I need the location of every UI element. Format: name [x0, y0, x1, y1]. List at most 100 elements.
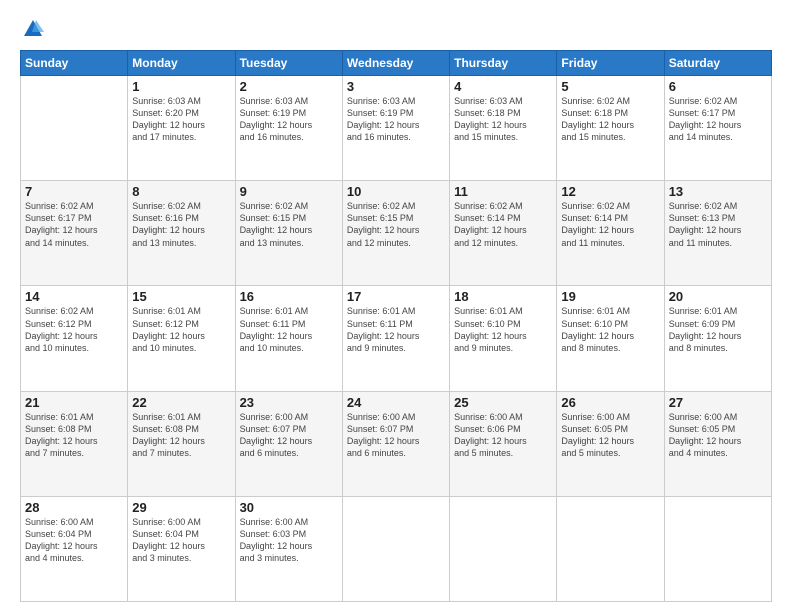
calendar-cell: 23Sunrise: 6:00 AM Sunset: 6:07 PM Dayli…: [235, 391, 342, 496]
calendar-header-row: SundayMondayTuesdayWednesdayThursdayFrid…: [21, 51, 772, 76]
calendar-header-sunday: Sunday: [21, 51, 128, 76]
day-number: 7: [25, 184, 123, 199]
day-number: 22: [132, 395, 230, 410]
calendar-cell: 2Sunrise: 6:03 AM Sunset: 6:19 PM Daylig…: [235, 76, 342, 181]
calendar-cell: 11Sunrise: 6:02 AM Sunset: 6:14 PM Dayli…: [450, 181, 557, 286]
calendar-cell: 7Sunrise: 6:02 AM Sunset: 6:17 PM Daylig…: [21, 181, 128, 286]
calendar-cell: 4Sunrise: 6:03 AM Sunset: 6:18 PM Daylig…: [450, 76, 557, 181]
day-number: 18: [454, 289, 552, 304]
day-number: 14: [25, 289, 123, 304]
calendar-cell: 19Sunrise: 6:01 AM Sunset: 6:10 PM Dayli…: [557, 286, 664, 391]
calendar-week-row: 21Sunrise: 6:01 AM Sunset: 6:08 PM Dayli…: [21, 391, 772, 496]
calendar-header-monday: Monday: [128, 51, 235, 76]
day-info: Sunrise: 6:01 AM Sunset: 6:11 PM Dayligh…: [347, 305, 445, 354]
calendar-cell: [21, 76, 128, 181]
header: [20, 18, 772, 40]
day-number: 21: [25, 395, 123, 410]
calendar-week-row: 1Sunrise: 6:03 AM Sunset: 6:20 PM Daylig…: [21, 76, 772, 181]
day-number: 16: [240, 289, 338, 304]
calendar-cell: [557, 496, 664, 601]
calendar-cell: [664, 496, 771, 601]
day-info: Sunrise: 6:01 AM Sunset: 6:10 PM Dayligh…: [561, 305, 659, 354]
day-number: 28: [25, 500, 123, 515]
calendar-cell: 21Sunrise: 6:01 AM Sunset: 6:08 PM Dayli…: [21, 391, 128, 496]
calendar-cell: 24Sunrise: 6:00 AM Sunset: 6:07 PM Dayli…: [342, 391, 449, 496]
day-info: Sunrise: 6:00 AM Sunset: 6:04 PM Dayligh…: [132, 516, 230, 565]
day-info: Sunrise: 6:00 AM Sunset: 6:07 PM Dayligh…: [347, 411, 445, 460]
day-info: Sunrise: 6:03 AM Sunset: 6:18 PM Dayligh…: [454, 95, 552, 144]
day-number: 23: [240, 395, 338, 410]
day-info: Sunrise: 6:00 AM Sunset: 6:04 PM Dayligh…: [25, 516, 123, 565]
day-number: 12: [561, 184, 659, 199]
day-info: Sunrise: 6:02 AM Sunset: 6:15 PM Dayligh…: [240, 200, 338, 249]
day-number: 5: [561, 79, 659, 94]
day-number: 17: [347, 289, 445, 304]
day-number: 2: [240, 79, 338, 94]
calendar-cell: 1Sunrise: 6:03 AM Sunset: 6:20 PM Daylig…: [128, 76, 235, 181]
day-number: 25: [454, 395, 552, 410]
day-info: Sunrise: 6:02 AM Sunset: 6:13 PM Dayligh…: [669, 200, 767, 249]
calendar-cell: [342, 496, 449, 601]
calendar-week-row: 14Sunrise: 6:02 AM Sunset: 6:12 PM Dayli…: [21, 286, 772, 391]
day-number: 10: [347, 184, 445, 199]
calendar-cell: 6Sunrise: 6:02 AM Sunset: 6:17 PM Daylig…: [664, 76, 771, 181]
calendar-cell: [450, 496, 557, 601]
day-info: Sunrise: 6:02 AM Sunset: 6:14 PM Dayligh…: [561, 200, 659, 249]
day-number: 1: [132, 79, 230, 94]
day-info: Sunrise: 6:02 AM Sunset: 6:18 PM Dayligh…: [561, 95, 659, 144]
day-number: 20: [669, 289, 767, 304]
day-number: 27: [669, 395, 767, 410]
calendar-cell: 10Sunrise: 6:02 AM Sunset: 6:15 PM Dayli…: [342, 181, 449, 286]
calendar-cell: 13Sunrise: 6:02 AM Sunset: 6:13 PM Dayli…: [664, 181, 771, 286]
calendar-header-wednesday: Wednesday: [342, 51, 449, 76]
day-info: Sunrise: 6:00 AM Sunset: 6:05 PM Dayligh…: [561, 411, 659, 460]
day-number: 6: [669, 79, 767, 94]
day-info: Sunrise: 6:01 AM Sunset: 6:09 PM Dayligh…: [669, 305, 767, 354]
day-number: 19: [561, 289, 659, 304]
calendar-cell: 14Sunrise: 6:02 AM Sunset: 6:12 PM Dayli…: [21, 286, 128, 391]
calendar-header-thursday: Thursday: [450, 51, 557, 76]
day-info: Sunrise: 6:01 AM Sunset: 6:10 PM Dayligh…: [454, 305, 552, 354]
calendar-header-tuesday: Tuesday: [235, 51, 342, 76]
day-info: Sunrise: 6:02 AM Sunset: 6:16 PM Dayligh…: [132, 200, 230, 249]
day-number: 13: [669, 184, 767, 199]
day-number: 26: [561, 395, 659, 410]
day-info: Sunrise: 6:00 AM Sunset: 6:06 PM Dayligh…: [454, 411, 552, 460]
calendar-cell: 3Sunrise: 6:03 AM Sunset: 6:19 PM Daylig…: [342, 76, 449, 181]
day-info: Sunrise: 6:02 AM Sunset: 6:17 PM Dayligh…: [669, 95, 767, 144]
calendar-cell: 25Sunrise: 6:00 AM Sunset: 6:06 PM Dayli…: [450, 391, 557, 496]
calendar-cell: 16Sunrise: 6:01 AM Sunset: 6:11 PM Dayli…: [235, 286, 342, 391]
day-info: Sunrise: 6:01 AM Sunset: 6:11 PM Dayligh…: [240, 305, 338, 354]
calendar-cell: 15Sunrise: 6:01 AM Sunset: 6:12 PM Dayli…: [128, 286, 235, 391]
day-number: 3: [347, 79, 445, 94]
day-number: 11: [454, 184, 552, 199]
calendar-header-friday: Friday: [557, 51, 664, 76]
logo-icon: [22, 18, 44, 40]
day-info: Sunrise: 6:00 AM Sunset: 6:05 PM Dayligh…: [669, 411, 767, 460]
day-info: Sunrise: 6:02 AM Sunset: 6:14 PM Dayligh…: [454, 200, 552, 249]
day-info: Sunrise: 6:02 AM Sunset: 6:12 PM Dayligh…: [25, 305, 123, 354]
day-info: Sunrise: 6:03 AM Sunset: 6:19 PM Dayligh…: [347, 95, 445, 144]
calendar-cell: 28Sunrise: 6:00 AM Sunset: 6:04 PM Dayli…: [21, 496, 128, 601]
calendar-cell: 5Sunrise: 6:02 AM Sunset: 6:18 PM Daylig…: [557, 76, 664, 181]
page: SundayMondayTuesdayWednesdayThursdayFrid…: [0, 0, 792, 612]
calendar-cell: 30Sunrise: 6:00 AM Sunset: 6:03 PM Dayli…: [235, 496, 342, 601]
calendar-cell: 12Sunrise: 6:02 AM Sunset: 6:14 PM Dayli…: [557, 181, 664, 286]
day-number: 24: [347, 395, 445, 410]
day-number: 9: [240, 184, 338, 199]
calendar-cell: 27Sunrise: 6:00 AM Sunset: 6:05 PM Dayli…: [664, 391, 771, 496]
day-number: 4: [454, 79, 552, 94]
calendar-cell: 17Sunrise: 6:01 AM Sunset: 6:11 PM Dayli…: [342, 286, 449, 391]
day-number: 29: [132, 500, 230, 515]
calendar-cell: 18Sunrise: 6:01 AM Sunset: 6:10 PM Dayli…: [450, 286, 557, 391]
day-info: Sunrise: 6:01 AM Sunset: 6:12 PM Dayligh…: [132, 305, 230, 354]
day-info: Sunrise: 6:00 AM Sunset: 6:07 PM Dayligh…: [240, 411, 338, 460]
day-info: Sunrise: 6:03 AM Sunset: 6:20 PM Dayligh…: [132, 95, 230, 144]
calendar-cell: 9Sunrise: 6:02 AM Sunset: 6:15 PM Daylig…: [235, 181, 342, 286]
logo: [20, 18, 44, 40]
day-number: 15: [132, 289, 230, 304]
day-info: Sunrise: 6:01 AM Sunset: 6:08 PM Dayligh…: [25, 411, 123, 460]
day-number: 8: [132, 184, 230, 199]
calendar-cell: 29Sunrise: 6:00 AM Sunset: 6:04 PM Dayli…: [128, 496, 235, 601]
calendar-cell: 20Sunrise: 6:01 AM Sunset: 6:09 PM Dayli…: [664, 286, 771, 391]
